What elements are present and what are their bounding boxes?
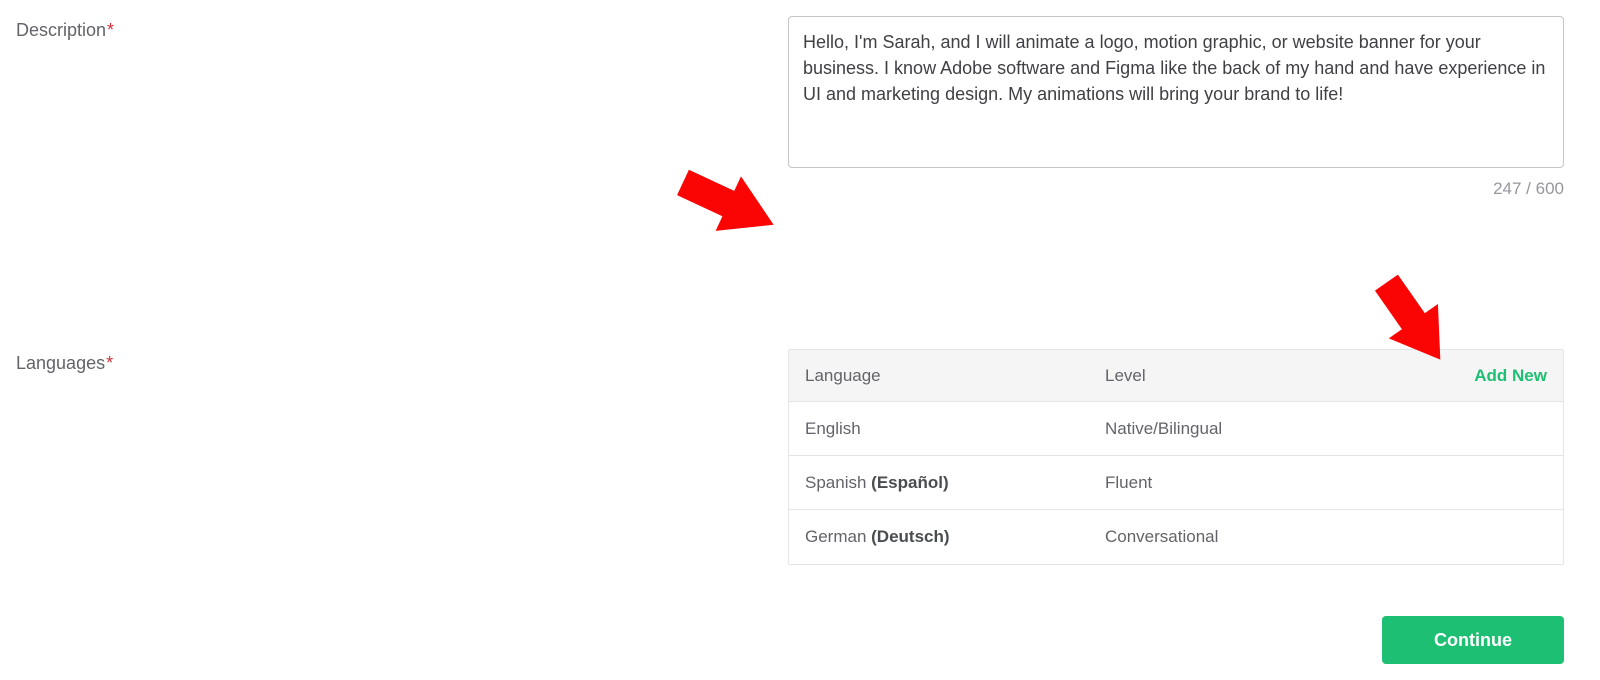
continue-button[interactable]: Continue [1382, 616, 1564, 664]
language-name: English [805, 419, 861, 438]
language-name-cell: German (Deutsch) [805, 527, 1105, 547]
language-native: (Deutsch) [871, 527, 949, 546]
table-row: German (Deutsch) Conversational [789, 510, 1563, 564]
language-level-cell: Conversational [1105, 527, 1547, 547]
description-input-col: 247 / 600 [788, 16, 1568, 199]
table-row: English Native/Bilingual [789, 402, 1563, 456]
languages-table-header: Language Level Add New [789, 350, 1563, 402]
languages-table: Language Level Add New English Native/Bi… [788, 349, 1564, 565]
language-level-cell: Native/Bilingual [1105, 419, 1547, 439]
languages-header-level: Level [1105, 366, 1474, 386]
description-required-star: * [107, 20, 114, 40]
description-label-text: Description [16, 20, 106, 40]
language-name: German [805, 527, 871, 546]
description-textarea[interactable] [788, 16, 1564, 168]
languages-label-col: Languages* [16, 349, 788, 565]
language-name: Spanish [805, 473, 871, 492]
description-label-col: Description* [16, 16, 788, 199]
description-label: Description* [16, 20, 114, 40]
languages-required-star: * [106, 353, 113, 373]
language-native: (Español) [871, 473, 948, 492]
languages-label: Languages* [16, 353, 113, 373]
languages-label-text: Languages [16, 353, 105, 373]
table-row: Spanish (Español) Fluent [789, 456, 1563, 510]
languages-row: Languages* Language Level Add New Englis… [0, 349, 1600, 565]
language-name-cell: Spanish (Español) [805, 473, 1105, 493]
description-char-count: 247 / 600 [788, 179, 1564, 199]
languages-input-col: Language Level Add New English Native/Bi… [788, 349, 1568, 565]
languages-header-language: Language [805, 366, 1105, 386]
add-new-language-button[interactable]: Add New [1474, 366, 1547, 386]
language-level-cell: Fluent [1105, 473, 1547, 493]
description-row: Description* 247 / 600 [0, 0, 1600, 199]
language-name-cell: English [805, 419, 1105, 439]
